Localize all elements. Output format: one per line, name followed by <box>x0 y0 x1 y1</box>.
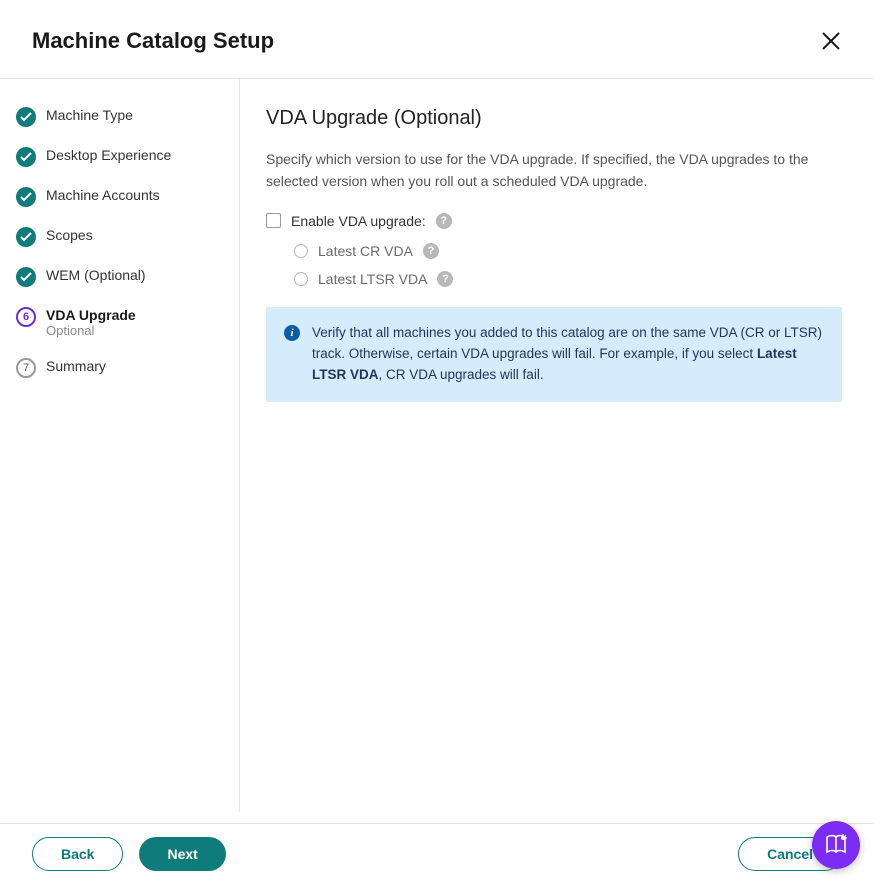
sidebar-step-scopes[interactable]: Scopes <box>16 227 223 247</box>
sidebar-step-label: Scopes <box>46 227 93 243</box>
latest-ltsr-vda-radio[interactable] <box>294 272 308 286</box>
footer: Back Next Cancel <box>0 823 874 883</box>
latest-cr-vda-radio[interactable] <box>294 244 308 258</box>
help-fab[interactable] <box>812 821 860 869</box>
sidebar-step-summary[interactable]: 7 Summary <box>16 358 223 378</box>
main-content: VDA Upgrade (Optional) Specify which ver… <box>240 79 874 812</box>
close-icon[interactable] <box>820 30 842 52</box>
help-icon[interactable]: ? <box>437 271 453 287</box>
sidebar-step-label: Machine Accounts <box>46 187 160 203</box>
check-icon <box>16 187 36 207</box>
check-icon <box>16 227 36 247</box>
sidebar-step-machine-accounts[interactable]: Machine Accounts <box>16 187 223 207</box>
page-title: Machine Catalog Setup <box>32 28 274 54</box>
sidebar-step-label: WEM (Optional) <box>46 267 146 283</box>
sidebar-step-label: Summary <box>46 358 106 374</box>
back-button[interactable]: Back <box>32 837 123 871</box>
latest-cr-vda-row: Latest CR VDA ? <box>294 243 842 259</box>
step-number-icon: 6 <box>16 307 36 327</box>
info-box: i Verify that all machines you added to … <box>266 307 842 402</box>
enable-vda-upgrade-label: Enable VDA upgrade: <box>291 213 426 229</box>
check-icon <box>16 147 36 167</box>
sidebar-step-desktop-experience[interactable]: Desktop Experience <box>16 147 223 167</box>
sidebar-step-machine-type[interactable]: Machine Type <box>16 107 223 127</box>
sidebar-step-wem[interactable]: WEM (Optional) <box>16 267 223 287</box>
info-icon: i <box>284 325 300 341</box>
next-button[interactable]: Next <box>139 837 225 871</box>
enable-vda-upgrade-checkbox[interactable] <box>266 213 281 228</box>
latest-cr-vda-label: Latest CR VDA <box>318 243 413 259</box>
sidebar-step-sublabel: Optional <box>46 323 136 338</box>
header: Machine Catalog Setup <box>0 0 874 79</box>
help-icon[interactable]: ? <box>436 213 452 229</box>
check-icon <box>16 267 36 287</box>
enable-vda-upgrade-row: Enable VDA upgrade: ? <box>266 213 842 229</box>
step-number-icon: 7 <box>16 358 36 378</box>
sidebar-step-label: Machine Type <box>46 107 133 123</box>
info-text: Verify that all machines you added to th… <box>312 323 824 386</box>
sidebar-step-label: Desktop Experience <box>46 147 171 163</box>
check-icon <box>16 107 36 127</box>
latest-ltsr-vda-label: Latest LTSR VDA <box>318 271 427 287</box>
content-description: Specify which version to use for the VDA… <box>266 148 842 193</box>
help-icon[interactable]: ? <box>423 243 439 259</box>
sidebar-step-label: VDA Upgrade <box>46 307 136 323</box>
sidebar-step-vda-upgrade[interactable]: 6 VDA Upgrade Optional <box>16 307 223 338</box>
latest-ltsr-vda-row: Latest LTSR VDA ? <box>294 271 842 287</box>
wizard-sidebar: Machine Type Desktop Experience Machine … <box>0 79 240 812</box>
content-heading: VDA Upgrade (Optional) <box>266 107 842 130</box>
book-icon <box>823 832 849 858</box>
